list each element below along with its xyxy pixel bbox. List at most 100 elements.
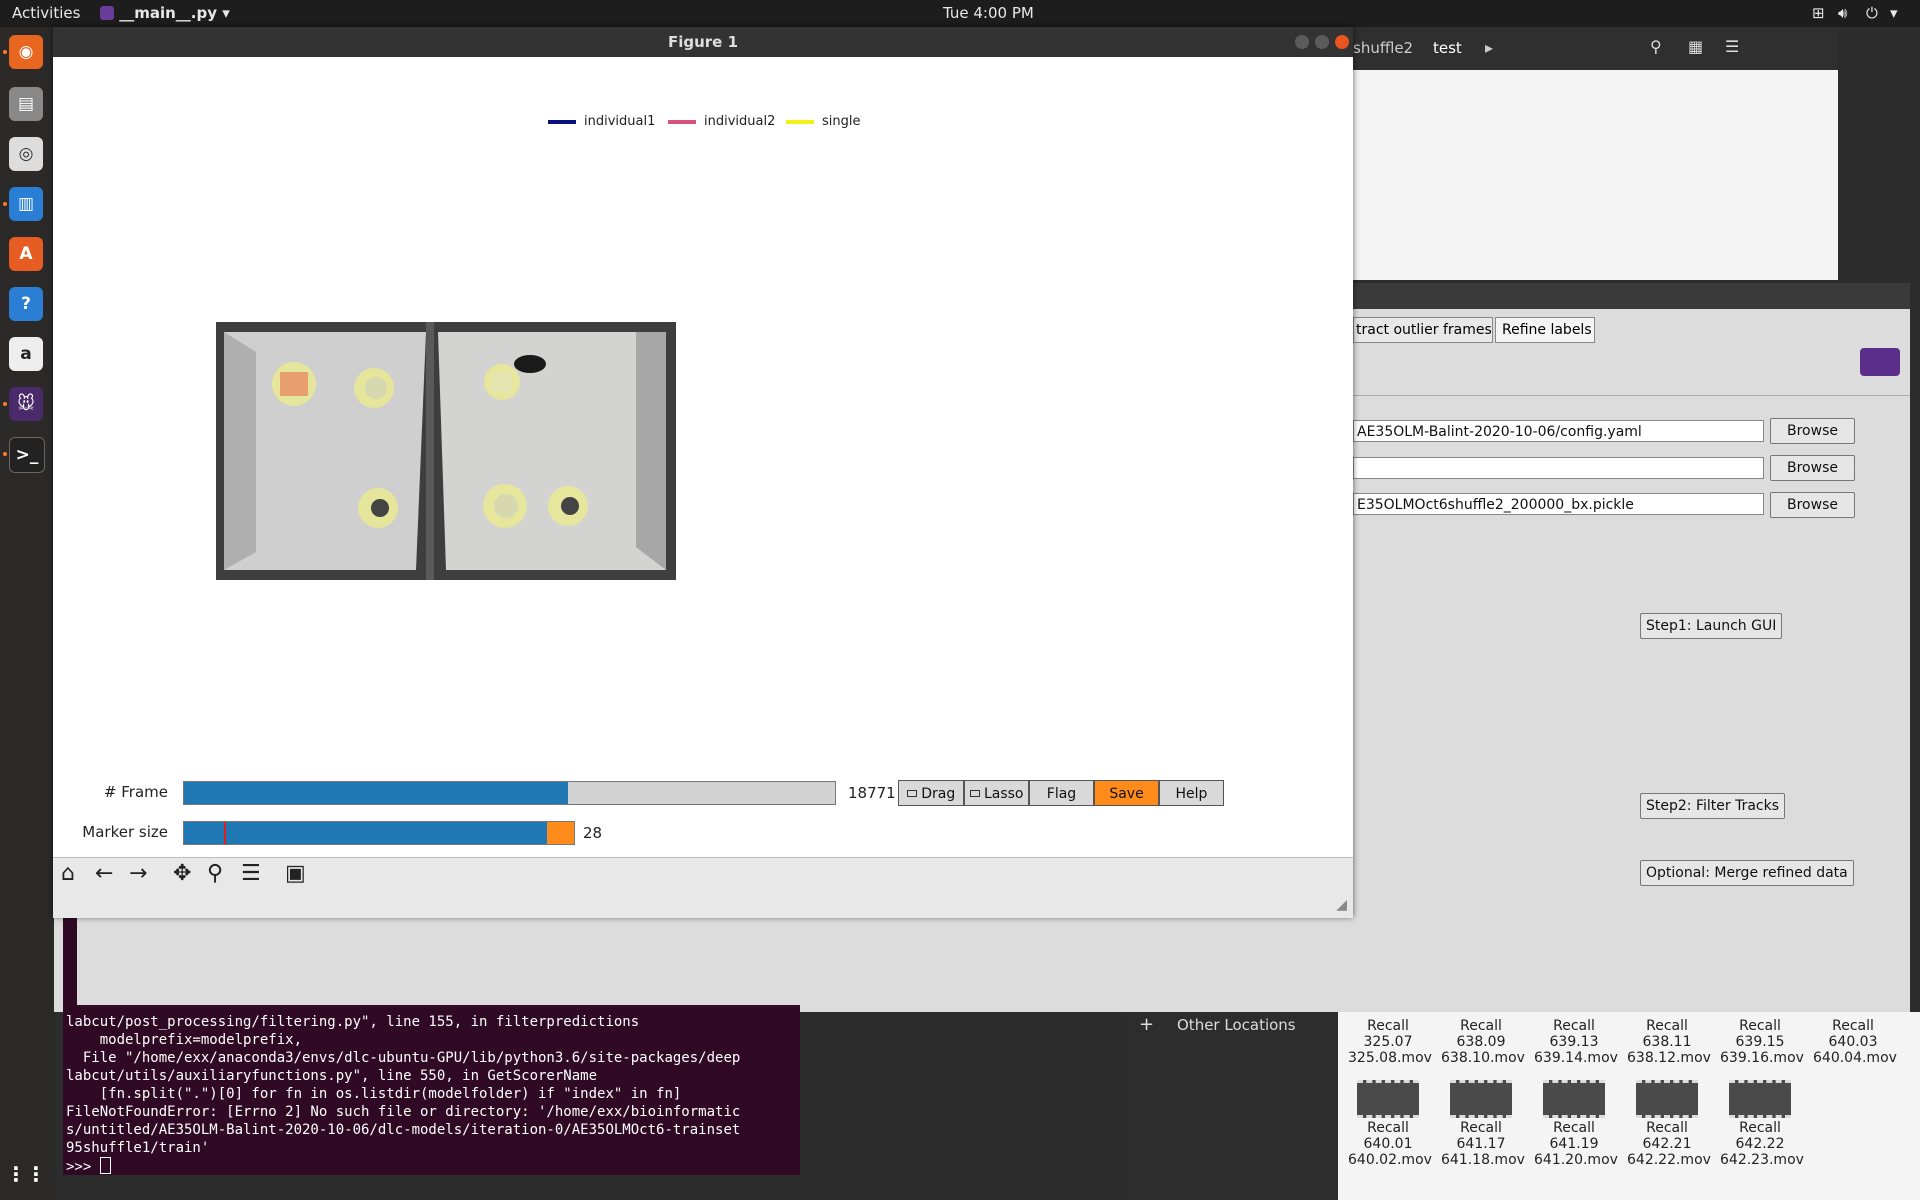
config-path-field[interactable]: AE35OLM-Balint-2020-10-06/config.yaml xyxy=(1353,420,1764,442)
file-label: 638.10.mov xyxy=(1441,1050,1525,1066)
chevron-down-icon[interactable]: ▾ xyxy=(1890,4,1898,22)
merge-refined-data-button[interactable]: Optional: Merge refined data xyxy=(1640,860,1854,886)
tab-shuffle2[interactable]: shuffle2 xyxy=(1353,39,1413,57)
file-item[interactable]: Recall 642.22 642.23.mov xyxy=(1720,1080,1804,1168)
file-item[interactable]: Recall 642.21 642.22.mov xyxy=(1627,1080,1711,1168)
file-label: 639.13 xyxy=(1549,1034,1599,1050)
back-icon[interactable]: ← xyxy=(95,861,113,886)
file-label: Recall xyxy=(1646,1018,1688,1034)
terminal-icon[interactable]: >_ xyxy=(9,437,45,473)
step1-launch-gui-button[interactable]: Step1: Launch GUI xyxy=(1640,613,1783,639)
app-menu[interactable]: __main__.py ▾ xyxy=(100,4,230,22)
file-item[interactable]: Recall 640.01 640.02.mov xyxy=(1348,1080,1432,1168)
save-figure-icon[interactable]: ▣ xyxy=(285,861,306,886)
tab-test[interactable]: test xyxy=(1433,39,1462,57)
software-center-icon[interactable]: A xyxy=(9,237,43,271)
terminal-line: 95shuffle1/train' xyxy=(66,1140,210,1156)
marker-size-slider[interactable] xyxy=(183,821,575,845)
flag-button[interactable]: Flag xyxy=(1029,780,1094,806)
file-item[interactable]: Recall 638.11 638.12.mov xyxy=(1627,1018,1711,1066)
drag-toggle[interactable]: Drag xyxy=(898,780,964,806)
file-label: Recall xyxy=(1553,1018,1595,1034)
other-locations-link[interactable]: Other Locations xyxy=(1177,1016,1296,1034)
terminal-line: s/untitled/AE35OLM-Balint-2020-10-06/dlc… xyxy=(66,1122,741,1138)
file-label: 642.22 xyxy=(1735,1136,1785,1152)
terminal-window[interactable]: labcut/post_processing/filtering.py", li… xyxy=(63,1005,800,1175)
activities-button[interactable]: Activities xyxy=(12,4,80,22)
video-path-field[interactable] xyxy=(1353,457,1764,479)
files-grid: Recall 325.07 325.08.mov Recall 638.09 638.1… xyxy=(1338,1012,1920,1200)
rhythmbox-icon[interactable]: ◎ xyxy=(9,137,43,171)
maximize-icon[interactable] xyxy=(1315,35,1329,49)
frame-value: 18771 xyxy=(848,784,896,802)
terminal-prompt: >>> xyxy=(66,1159,100,1175)
file-item[interactable]: Recall 639.15 639.16.mov xyxy=(1720,1018,1804,1066)
terminal-line: [fn.split(".")[0] for fn in os.listdir(m… xyxy=(66,1086,682,1102)
browse-pickle-button[interactable]: Browse xyxy=(1770,492,1855,518)
video-frame-image[interactable] xyxy=(216,322,676,580)
minimize-icon[interactable] xyxy=(1295,35,1309,49)
view-icon[interactable]: ▦ xyxy=(1688,37,1703,56)
app-icon xyxy=(100,6,114,20)
legend-item-individual2: individual2 xyxy=(668,114,775,129)
home-icon[interactable]: ⌂ xyxy=(61,861,75,886)
save-button[interactable]: Save xyxy=(1094,780,1159,806)
network-icon[interactable]: ⊞ xyxy=(1812,4,1825,22)
search-icon[interactable]: ⚲ xyxy=(1650,37,1662,56)
add-location-icon[interactable]: + xyxy=(1139,1014,1154,1035)
files-icon[interactable]: ▤ xyxy=(9,87,43,121)
file-label: 640.01 xyxy=(1363,1136,1413,1152)
file-item[interactable]: Recall 638.09 638.10.mov xyxy=(1441,1018,1525,1066)
help-button[interactable]: Help xyxy=(1159,780,1224,806)
amazon-icon[interactable]: a xyxy=(9,337,43,371)
power-icon[interactable]: ⏻ xyxy=(1866,4,1878,22)
file-label: Recall xyxy=(1460,1018,1502,1034)
deeplabcut-icon[interactable]: 🐭︎ xyxy=(9,387,43,421)
resize-grip-icon[interactable]: ◢ xyxy=(1336,897,1347,913)
frame-slider[interactable] xyxy=(183,781,836,805)
file-label: Recall xyxy=(1739,1120,1781,1136)
file-item[interactable]: Recall 639.13 639.14.mov xyxy=(1534,1018,1618,1066)
figure-canvas[interactable]: individual1 individual2 single # Frame 1… xyxy=(53,57,1353,884)
marker-size-value: 28 xyxy=(583,824,603,842)
file-label: 638.09 xyxy=(1456,1034,1506,1050)
file-label: 640.03 xyxy=(1828,1034,1878,1050)
tab-refine-labels[interactable]: Refine labels xyxy=(1495,317,1595,343)
configure-subplots-icon[interactable]: ☰ xyxy=(241,861,261,886)
legend-item-single: single xyxy=(786,114,861,129)
file-item[interactable]: Recall 325.07 325.08.mov xyxy=(1348,1018,1432,1066)
clock[interactable]: Tue 4:00 PM xyxy=(943,4,1034,22)
file-item[interactable]: Recall 640.03 640.04.mov xyxy=(1813,1018,1897,1066)
file-label: Recall xyxy=(1460,1120,1502,1136)
legend-label: individual2 xyxy=(704,114,776,129)
firefox-icon[interactable]: ◉ xyxy=(9,35,43,69)
close-icon[interactable] xyxy=(1335,35,1349,49)
marker-size-init-line xyxy=(224,822,226,844)
tab-extract-outlier-frames[interactable]: tract outlier frames xyxy=(1353,317,1493,343)
show-apps-icon[interactable]: ⋮⋮ xyxy=(6,1157,46,1191)
pan-icon[interactable]: ✥ xyxy=(173,861,191,886)
file-item[interactable]: Recall 641.19 641.20.mov xyxy=(1534,1080,1618,1168)
chevron-right-icon[interactable]: ▸ xyxy=(1485,38,1493,57)
lasso-toggle[interactable]: Lasso xyxy=(964,780,1029,806)
wall-shadow xyxy=(636,332,666,570)
checkbox-icon xyxy=(906,790,917,797)
video-thumbnail-icon xyxy=(1357,1080,1419,1118)
terminal-cursor[interactable] xyxy=(99,1157,111,1174)
dlc-window-bottom xyxy=(54,917,1907,1012)
file-item[interactable]: Recall 641.17 641.18.mov xyxy=(1441,1080,1525,1168)
menu-icon[interactable]: ☰ xyxy=(1725,37,1739,56)
pickle-path-field[interactable]: E35OLMOct6shuffle2_200000_bx.pickle xyxy=(1353,493,1764,515)
forward-icon[interactable]: → xyxy=(129,861,147,886)
terminal-edge xyxy=(63,917,77,1012)
zoom-icon[interactable]: ⚲ xyxy=(207,861,223,886)
browse-video-button[interactable]: Browse xyxy=(1770,455,1855,481)
volume-icon[interactable]: 🔊︎ xyxy=(1838,4,1847,22)
file-label: 638.12.mov xyxy=(1627,1050,1711,1066)
video-thumbnail-icon xyxy=(1450,1080,1512,1118)
background-window: shuffle2 test ▸ ⚲ ▦ ☰ xyxy=(1353,27,1838,280)
help-icon[interactable]: ? xyxy=(9,287,43,321)
step2-filter-tracks-button[interactable]: Step2: Filter Tracks xyxy=(1640,793,1785,819)
writer-icon[interactable]: ▥ xyxy=(9,187,43,221)
browse-config-button[interactable]: Browse xyxy=(1770,418,1855,444)
